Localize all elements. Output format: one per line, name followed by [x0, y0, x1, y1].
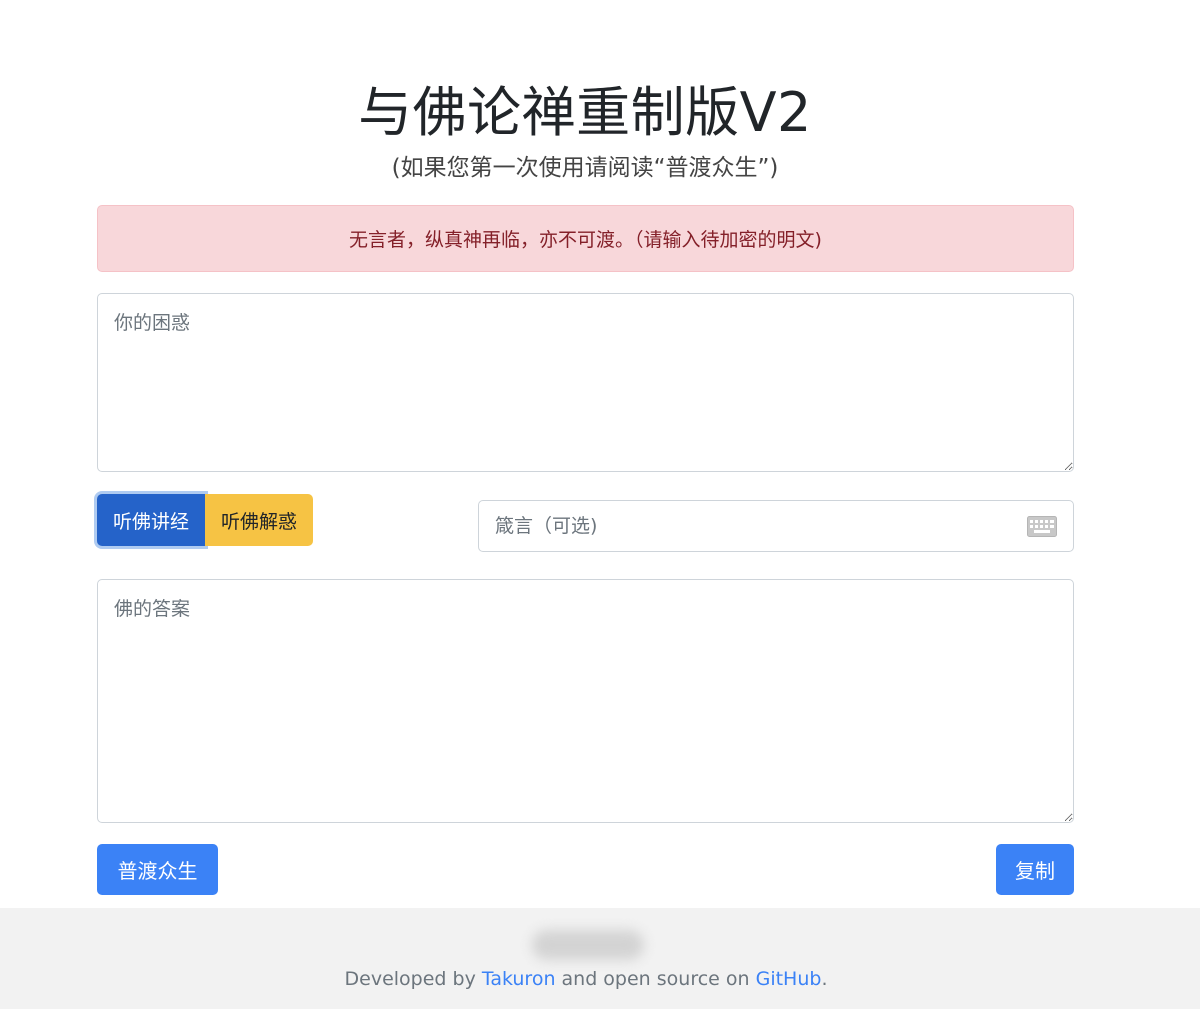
status-alert-text: 无言者，纵真神再临，亦不可渡。（请输入待加密的明文) [349, 229, 822, 251]
footer-credit: Developed by Takuron and open source on … [0, 968, 1172, 990]
ciphertext-output[interactable] [97, 579, 1074, 823]
copy-button[interactable]: 复制 [996, 844, 1074, 895]
keyboard-icon[interactable] [1027, 516, 1057, 537]
mode-button-group: 听佛讲经 听佛解惑 [97, 494, 314, 546]
plaintext-input[interactable] [97, 293, 1074, 472]
footer: Developed by Takuron and open source on … [0, 908, 1200, 1009]
page-subtitle: (如果您第一次使用请阅读“普渡众生”) [391, 155, 779, 181]
page-title: 与佛论禅重制版V2 [358, 81, 812, 144]
key-field [478, 500, 1074, 552]
footer-suffix: . [821, 968, 828, 990]
footer-middle: and open source on [555, 968, 756, 990]
key-input[interactable] [479, 501, 1073, 551]
encrypt-button[interactable]: 听佛讲经 [97, 494, 206, 546]
status-alert: 无言者，纵真神再临，亦不可渡。（请输入待加密的明文) [97, 205, 1074, 272]
github-link[interactable]: GitHub [756, 968, 822, 990]
page: 与佛论禅重制版V2 (如果您第一次使用请阅读“普渡众生”) 无言者，纵真神再临，… [0, 0, 1200, 1009]
blurred-badge [532, 930, 644, 960]
guide-button[interactable]: 普渡众生 [97, 844, 218, 895]
author-link[interactable]: Takuron [482, 968, 556, 990]
decrypt-button[interactable]: 听佛解惑 [205, 494, 314, 546]
footer-prefix: Developed by [344, 968, 482, 990]
